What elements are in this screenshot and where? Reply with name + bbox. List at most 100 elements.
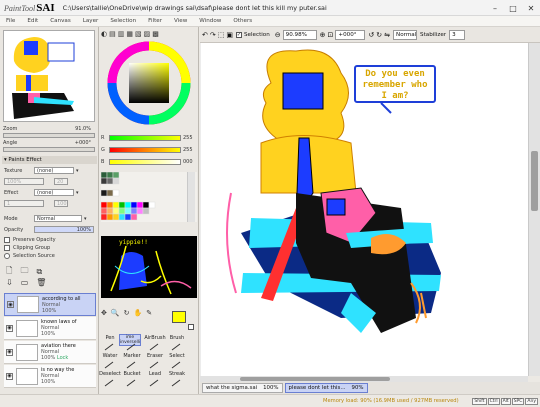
selection-checkbox[interactable]: ✓ <box>236 31 242 38</box>
angle-field[interactable]: +000° <box>335 29 366 40</box>
menu-selection[interactable]: Selection <box>104 18 142 24</box>
hsv-slider-mode-icon[interactable]: ▥ <box>118 30 125 38</box>
clear-layer-icon[interactable]: ▭ <box>21 278 29 287</box>
layer-thumbnail <box>16 367 38 385</box>
merge-down-icon[interactable]: ⇩ <box>6 278 13 287</box>
zoom-field[interactable]: 90.98% <box>282 29 317 40</box>
layer-row[interactable]: ◉ aviation there Normal 100% Lock <box>4 341 96 364</box>
rgb-slider-mode-icon[interactable]: ▤ <box>109 30 116 38</box>
canvas[interactable]: Do you even remember who I am? <box>201 43 528 376</box>
brush-tool[interactable]: Brush <box>166 335 188 341</box>
layer-opacity: 100% <box>42 307 57 314</box>
effect-width-num: 100 <box>54 200 68 207</box>
canvas-toolbar: ↶ ↷ ⬚ ▣ ✓ Selection ⊖ 90.98% ⊕ ⊡ +000° ↺… <box>200 27 540 43</box>
rotate-right-icon[interactable]: ↻ <box>376 31 382 39</box>
color-wheel-mode-icon[interactable]: ◐ <box>101 30 107 38</box>
airbrush-tool[interactable]: AirBrush <box>144 335 166 341</box>
reference-image-art <box>101 236 197 298</box>
r-slider[interactable] <box>109 135 181 141</box>
menu-view[interactable]: View <box>168 18 193 24</box>
layer-opacity: 100% <box>41 355 56 361</box>
zoom-slider[interactable] <box>3 133 95 138</box>
swatch-grid[interactable] <box>101 172 197 222</box>
scratchpad-mode-icon[interactable]: ▩ <box>152 30 159 38</box>
canvas-area[interactable]: Do you even remember who I am? <box>200 43 528 376</box>
app-logo-big: SAI <box>36 1 55 14</box>
horizontal-scroll-thumb[interactable] <box>240 377 390 381</box>
swatch-scrollbar[interactable] <box>187 172 195 222</box>
layer-row[interactable]: ◉ is no way the Normal 100% <box>4 365 96 388</box>
flip-icon[interactable]: ⇋ <box>384 31 390 39</box>
visibility-eye-icon[interactable]: ◉ <box>6 348 13 356</box>
opacity-slider[interactable]: 100% <box>34 226 94 233</box>
swatches-mode-icon[interactable]: ▨ <box>144 30 151 38</box>
color-wheel[interactable] <box>107 41 191 125</box>
visibility-eye-icon[interactable]: ◉ <box>6 372 13 380</box>
new-layer-icon[interactable]: 🗋 <box>6 265 12 279</box>
selection-source-radio[interactable] <box>4 253 10 259</box>
menu-edit[interactable]: Edit <box>21 18 44 24</box>
visibility-eye-icon[interactable]: ◉ <box>6 324 13 332</box>
r-label: R <box>101 135 105 141</box>
texture-select[interactable]: (none) <box>34 167 74 174</box>
select-none-icon[interactable]: ⬚ <box>218 31 225 39</box>
paints-effect-header[interactable]: ▾ Paints Effect <box>2 156 97 164</box>
undo-icon[interactable]: ↶ <box>202 31 208 39</box>
layer-row[interactable]: ◉ known laws of Normal 100% <box>4 317 96 340</box>
blend-mode-field[interactable]: Normal <box>393 29 418 40</box>
menu-layer[interactable]: Layer <box>77 18 105 24</box>
zoom-in-icon[interactable]: ⊕ <box>320 31 326 39</box>
palette-mode-icon[interactable]: ▦ <box>126 30 133 38</box>
dropdown-arrow-icon[interactable]: ▾ <box>76 190 79 196</box>
layer-row[interactable]: ◉ according to all Normal 100% <box>4 293 96 316</box>
menu-filter[interactable]: Filter <box>142 18 168 24</box>
minimize-button[interactable]: – <box>486 0 504 16</box>
zoom-out-icon[interactable]: ⊖ <box>275 31 281 39</box>
mixer-mode-icon[interactable]: ▧ <box>135 30 142 38</box>
clipping-group-checkbox[interactable] <box>4 245 10 251</box>
menu-others[interactable]: Others <box>227 18 258 24</box>
rotate-tool-icon[interactable]: ↻ <box>124 309 130 317</box>
pen-tool[interactable]: Pen <box>99 335 121 341</box>
copy-layer-icon[interactable]: ⧉ <box>36 267 42 277</box>
b-label: B <box>101 159 105 165</box>
texture-scale-num: 20 <box>54 178 68 185</box>
g-slider[interactable] <box>109 147 181 153</box>
close-button[interactable]: ✕ <box>522 0 540 16</box>
angle-slider[interactable] <box>3 147 95 152</box>
visibility-eye-icon[interactable]: ◉ <box>7 301 14 308</box>
selection-source-label: Selection Source <box>13 253 55 259</box>
document-tab-active[interactable]: please dont let this... 90% <box>284 383 368 393</box>
b-slider[interactable] <box>109 159 181 165</box>
background-color-swatch[interactable] <box>188 324 194 330</box>
dropdown-arrow-icon[interactable]: ▾ <box>76 168 79 174</box>
zoom-tool-icon[interactable]: 🔍 <box>111 309 120 317</box>
invert-selection-icon[interactable]: ▣ <box>226 31 233 39</box>
space-key-indicator: SPC <box>511 397 525 405</box>
dropdown-arrow-icon[interactable]: ▾ <box>84 216 87 222</box>
eyedropper-tool-icon[interactable]: ✎ <box>146 309 152 317</box>
foreground-color-swatch[interactable] <box>172 311 186 323</box>
navigator-preview[interactable] <box>3 30 95 122</box>
delete-layer-icon[interactable]: 🗑 <box>36 278 46 287</box>
move-tool-icon[interactable]: ✥ <box>101 309 107 317</box>
effect-select[interactable]: (none) <box>34 189 74 196</box>
preserve-opacity-checkbox[interactable] <box>4 237 10 243</box>
redo-icon[interactable]: ↷ <box>210 31 216 39</box>
document-tab[interactable]: what the sigma.sai 100% <box>202 383 283 393</box>
hand-tool-icon[interactable]: ✋ <box>133 309 142 317</box>
angle-value: +000° <box>74 140 91 146</box>
stabilizer-select[interactable]: 3 <box>449 29 466 40</box>
blend-mode-select[interactable]: Normal <box>34 215 82 222</box>
menu-file[interactable]: File <box>0 18 21 24</box>
vertical-scroll-thumb[interactable] <box>531 151 538 211</box>
new-folder-icon[interactable]: 🗀 <box>20 265 28 279</box>
reset-zoom-icon[interactable]: ⊡ <box>328 31 334 39</box>
menu-window[interactable]: Window <box>193 18 227 24</box>
menu-canvas[interactable]: Canvas <box>44 18 77 24</box>
canvas-vertical-scrollbar[interactable] <box>528 43 540 376</box>
maximize-button[interactable]: □ <box>504 0 522 16</box>
rotate-left-icon[interactable]: ↺ <box>368 31 374 39</box>
alt-key-indicator: Alt <box>500 397 511 405</box>
layer-lock: Lock <box>56 355 69 361</box>
